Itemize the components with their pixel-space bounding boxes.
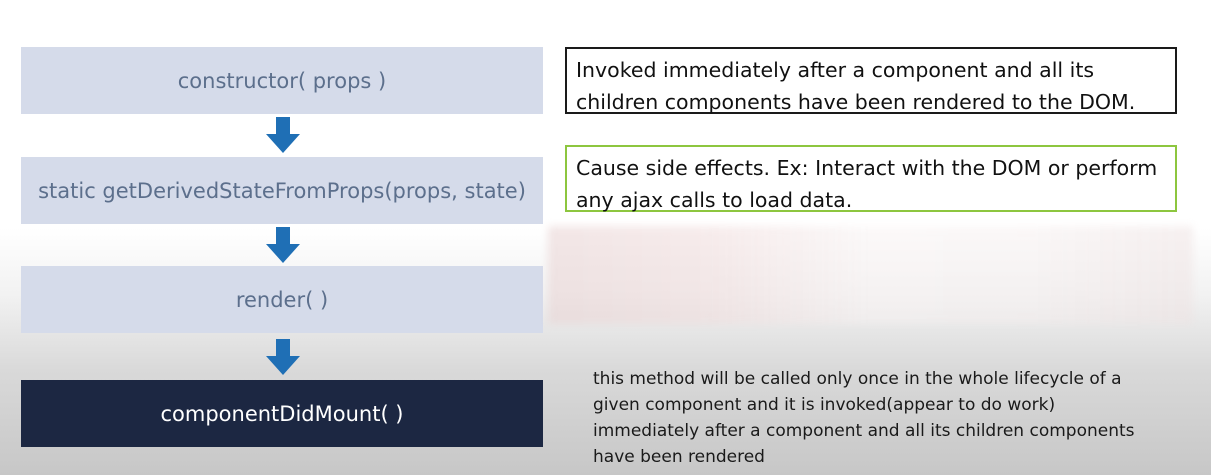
caption-line: have been rendered (593, 447, 765, 467)
blurred-region (548, 226, 1193, 324)
invoked-note-line: children components have been rendered t… (576, 90, 1136, 114)
lifecycle-slide: constructor( props ) static getDerivedSt… (0, 0, 1211, 475)
component-did-mount-step-box: componentDidMount( ) (21, 380, 543, 447)
down-arrow-icon (266, 227, 300, 263)
caption-line: given component and it is invoked(appear… (593, 395, 1056, 415)
down-arrow-icon (266, 339, 300, 375)
caption-line: immediately after a component and all it… (593, 421, 1135, 441)
caption-line: this method will be called only once in … (593, 369, 1122, 389)
render-step-box: render( ) (21, 266, 543, 333)
side-effects-note-line: Cause side effects. Ex: Interact with th… (576, 156, 1158, 180)
render-step-label: render( ) (235, 287, 329, 312)
constructor-step-box: constructor( props ) (21, 47, 543, 114)
get-derived-state-step-label: static getDerivedStateFromProps(props, s… (38, 178, 526, 203)
side-effects-note: Cause side effects. Ex: Interact with th… (565, 145, 1177, 212)
component-did-mount-step-label: componentDidMount( ) (160, 401, 404, 426)
invoked-description-note: Invoked immediately after a component an… (565, 47, 1177, 114)
side-effects-note-line: any ajax calls to load data. (576, 188, 853, 212)
get-derived-state-step-box: static getDerivedStateFromProps(props, s… (21, 157, 543, 224)
explanation-caption: this method will be called only once in … (593, 366, 1193, 470)
constructor-step-label: constructor( props ) (177, 68, 387, 93)
down-arrow-icon (266, 117, 300, 153)
invoked-note-line: Invoked immediately after a component an… (576, 58, 1095, 82)
